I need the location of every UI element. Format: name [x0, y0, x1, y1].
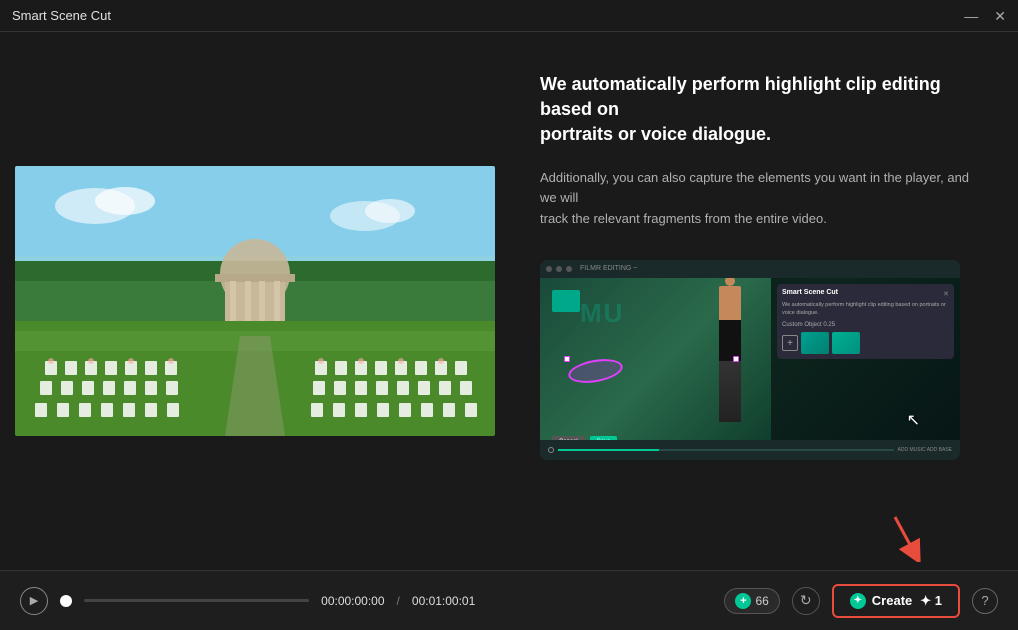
- help-button[interactable]: ?: [972, 588, 998, 614]
- demo-timeline: ADD MUSIC ADD BASE: [540, 440, 960, 460]
- demo-dialog-close: ✕: [943, 290, 949, 298]
- demo-inner: FILMR EDITING ~ MU: [540, 260, 960, 460]
- demo-dot-1: [546, 266, 552, 272]
- refresh-button[interactable]: ↻: [792, 587, 820, 615]
- create-plus-icon: ✦: [850, 593, 866, 609]
- outdoor-scene-svg: [15, 166, 495, 436]
- demo-dialog-body: We automatically perform highlight clip …: [782, 302, 949, 317]
- refresh-icon: ↻: [800, 592, 812, 609]
- create-button[interactable]: ✦ Create ✦ 1: [832, 584, 960, 618]
- play-button[interactable]: ▶: [20, 587, 48, 615]
- demo-topbar: FILMR EDITING ~: [540, 260, 960, 278]
- seek-dot[interactable]: [60, 595, 72, 607]
- demo-dialog: Smart Scene Cut ✕ We automatically perfo…: [777, 284, 954, 359]
- info-subtext: Additionally, you can also capture the e…: [540, 168, 978, 230]
- demo-video-bg: MU Cancel Save: [540, 278, 771, 460]
- app-title: Smart Scene Cut: [12, 8, 111, 23]
- demo-dot-2: [556, 266, 562, 272]
- badge-count: 66: [755, 594, 768, 608]
- demo-tl-label: ADD MUSIC ADD BASE: [898, 447, 952, 453]
- create-label: Create: [872, 593, 912, 608]
- demo-tl-fill: [558, 449, 659, 451]
- info-panel: We automatically perform highlight clip …: [510, 32, 1018, 570]
- info-headline: We automatically perform highlight clip …: [540, 72, 978, 148]
- current-time: 00:00:00:00: [321, 594, 384, 608]
- demo-figure-head: [725, 278, 735, 286]
- demo-dialog-title: Smart Scene Cut: [782, 289, 838, 296]
- video-panel: [0, 32, 510, 570]
- demo-cursor: ↖: [907, 410, 920, 430]
- video-container: [15, 166, 495, 436]
- demo-handle-tl: [564, 356, 570, 362]
- demo-app-label: FILMR EDITING ~: [580, 265, 637, 272]
- demo-custom-object-label: Custom Object 0.25: [782, 322, 949, 328]
- badge-plus-button[interactable]: + 66: [724, 588, 779, 614]
- bottom-bar: ▶ 00:00:00:00 / 00:01:00:01 + 66 ↻ ✦ Cre…: [0, 570, 1018, 630]
- demo-thumb-1: [801, 332, 829, 354]
- demo-tl-dot: [548, 447, 554, 453]
- progress-bar[interactable]: [84, 599, 309, 602]
- demo-add-thumb: +: [782, 335, 798, 351]
- play-icon: ▶: [30, 594, 38, 607]
- main-content: We automatically perform highlight clip …: [0, 32, 1018, 570]
- create-count: ✦ 1: [920, 593, 942, 609]
- demo-selection-ellipse: [567, 355, 625, 386]
- demo-thumbnail: [552, 290, 580, 312]
- demo-thumb-2: [832, 332, 860, 354]
- demo-video-area: MU Cancel Save: [540, 278, 771, 460]
- close-button[interactable]: ✕: [994, 9, 1006, 23]
- demo-body: MU Cancel Save: [540, 278, 960, 460]
- demo-dot-3: [566, 266, 572, 272]
- minimize-button[interactable]: —: [964, 9, 978, 23]
- demo-card: FILMR EDITING ~ MU: [540, 260, 960, 460]
- demo-bg-text: MU: [580, 298, 624, 329]
- window-controls: — ✕: [964, 9, 1006, 23]
- total-time: 00:01:00:01: [412, 594, 475, 608]
- demo-figure-body: [719, 286, 741, 423]
- demo-tl-bar: [558, 449, 894, 451]
- demo-dialog-area: Smart Scene Cut ✕ We automatically perfo…: [771, 278, 960, 460]
- title-bar: Smart Scene Cut — ✕: [0, 0, 1018, 32]
- demo-handle-tr: [733, 356, 739, 362]
- help-icon: ?: [981, 593, 988, 608]
- badge-plus-icon: +: [735, 593, 751, 609]
- time-separator: /: [397, 594, 400, 608]
- demo-thumbs-row: +: [782, 332, 949, 354]
